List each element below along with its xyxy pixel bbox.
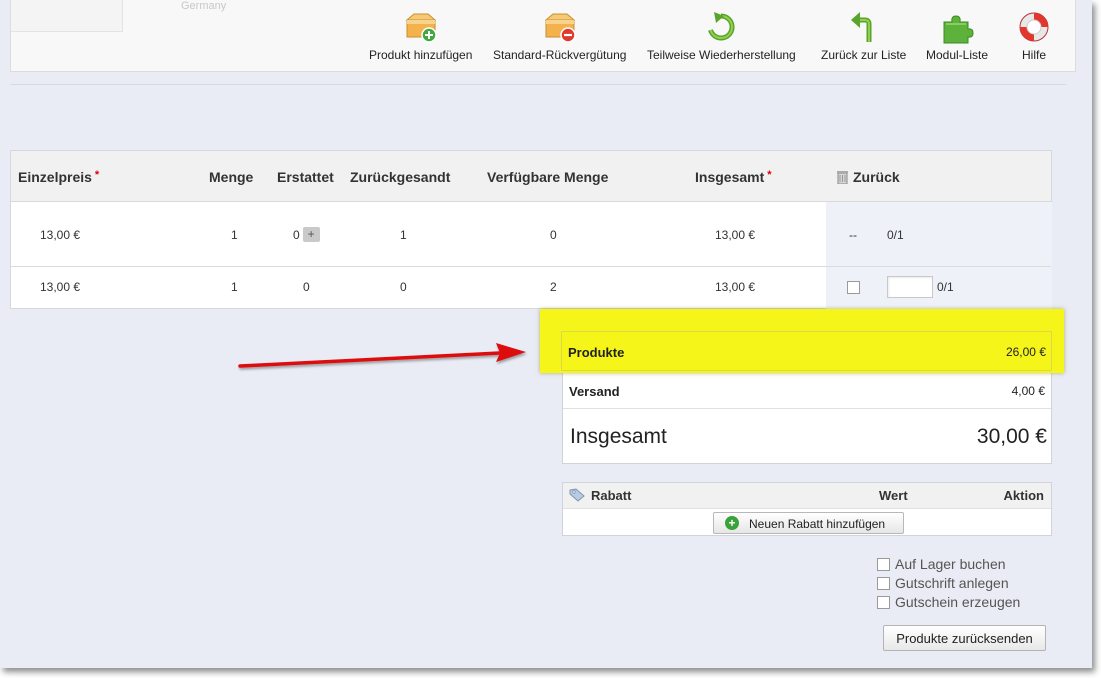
window-frame: Germany Produkt hinzufügen Standard-Rück… [0, 0, 1092, 668]
shipping-label: Versand [569, 384, 620, 399]
cell-total: 13,00 € [715, 228, 756, 242]
add-product-button[interactable]: Produkt hinzufügen [369, 10, 472, 62]
cell-available: 0 [550, 228, 557, 242]
add-refund-button[interactable]: + [302, 227, 320, 243]
highlight-annotation: Produkte 26,00 € [540, 309, 1064, 373]
return-quantity-input[interactable] [887, 276, 933, 298]
partial-restore-button[interactable]: Teilweise Wiederherstellung [647, 10, 796, 62]
table-row: 13,00 € 1 0 0 2 13,00 € 0/1 [11, 267, 1051, 309]
cell-available: 2 [550, 280, 557, 294]
cell-quantity: 1 [231, 228, 238, 242]
header-refunded: Erstattet [277, 169, 334, 185]
restock-label: Auf Lager buchen [895, 556, 1006, 572]
toolbar: Germany Produkt hinzufügen Standard-Rück… [10, 0, 1076, 72]
header-return: Zurück [837, 169, 900, 187]
table-header: Einzelpreis * Menge Erstattet Zurückgesan… [11, 151, 1051, 202]
credit-slip-label: Gutschrift anlegen [895, 575, 1009, 591]
cell-return-count: 0/1 [887, 228, 904, 242]
box-add-icon [404, 10, 438, 44]
header-quantity: Menge [209, 169, 254, 185]
total-label: Insgesamt [570, 425, 667, 448]
discount-header-action: Aktion [1003, 488, 1044, 503]
restock-checkbox[interactable] [877, 557, 890, 571]
return-products-button[interactable]: Produkte zurücksenden [883, 625, 1046, 651]
cell-return-dash: -- [849, 228, 857, 242]
standard-refund-button[interactable]: Standard-Rückvergütung [493, 10, 626, 62]
products-label: Produkte [568, 345, 625, 360]
add-discount-label: Neuen Rabatt hinzufügen [749, 517, 886, 531]
option-credit-slip[interactable]: Gutschrift anlegen [877, 575, 1009, 591]
totals-total-row: Insgesamt 30,00 € [563, 409, 1051, 465]
highlight-inner-border [561, 331, 1052, 371]
discount-header-value: Wert [879, 488, 908, 503]
header-available: Verfügbare Menge [487, 169, 609, 185]
faded-text: Germany [181, 0, 227, 12]
total-value: 30,00 € [976, 425, 1047, 448]
cell-refunded: 0 [303, 280, 310, 294]
header-unit-price: Einzelpreis * [18, 169, 100, 185]
cell-returned: 0 [400, 280, 407, 294]
cell-refunded: 0 + [293, 227, 320, 243]
box-remove-icon [543, 10, 577, 44]
shipping-value: 4,00 € [1011, 384, 1045, 398]
toolbar-tab [11, 0, 123, 32]
tag-icon [569, 488, 585, 505]
red-arrow-annotation [238, 343, 526, 368]
option-restock[interactable]: Auf Lager buchen [877, 556, 1006, 572]
header-returned: Zurückgesandt [350, 169, 451, 185]
cell-returned: 1 [400, 228, 407, 242]
products-value: 26,00 € [1005, 345, 1046, 359]
discount-header-label: Rabatt [591, 488, 632, 503]
discount-header: Rabatt Wert Aktion [563, 483, 1051, 509]
plus-circle-icon: + [725, 516, 739, 530]
discount-box: Rabatt Wert Aktion + Neuen Rabatt hinzuf… [562, 482, 1052, 536]
option-voucher[interactable]: Gutschein erzeugen [877, 594, 1020, 610]
voucher-checkbox[interactable] [877, 595, 890, 609]
module-list-button[interactable]: Modul-Liste [926, 10, 988, 62]
credit-slip-checkbox[interactable] [877, 576, 890, 590]
totals-shipping-row: Versand 4,00 € [563, 373, 1051, 409]
cell-unit-price: 13,00 € [40, 280, 81, 294]
cell-quantity: 1 [231, 280, 238, 294]
help-button[interactable]: Hilfe [1017, 10, 1051, 62]
cell-return-count: 0/1 [937, 280, 954, 294]
refresh-icon [704, 10, 738, 44]
table-row: 13,00 € 1 0 + 1 0 13,00 € -- 0/1 [11, 202, 1051, 267]
lifebuoy-icon [1017, 10, 1051, 44]
header-total: Insgesamt * [695, 169, 772, 185]
voucher-label: Gutschein erzeugen [895, 594, 1021, 610]
back-arrow-icon [847, 10, 881, 44]
back-to-list-button[interactable]: Zurück zur Liste [821, 10, 906, 62]
return-checkbox[interactable] [847, 280, 860, 295]
trash-icon [837, 170, 848, 187]
products-table: Einzelpreis * Menge Erstattet Zurückgesan… [10, 150, 1052, 309]
puzzle-icon [940, 10, 974, 44]
add-discount-button[interactable]: + Neuen Rabatt hinzufügen [713, 512, 904, 534]
cell-total: 13,00 € [715, 280, 756, 294]
cell-unit-price: 13,00 € [40, 228, 81, 242]
